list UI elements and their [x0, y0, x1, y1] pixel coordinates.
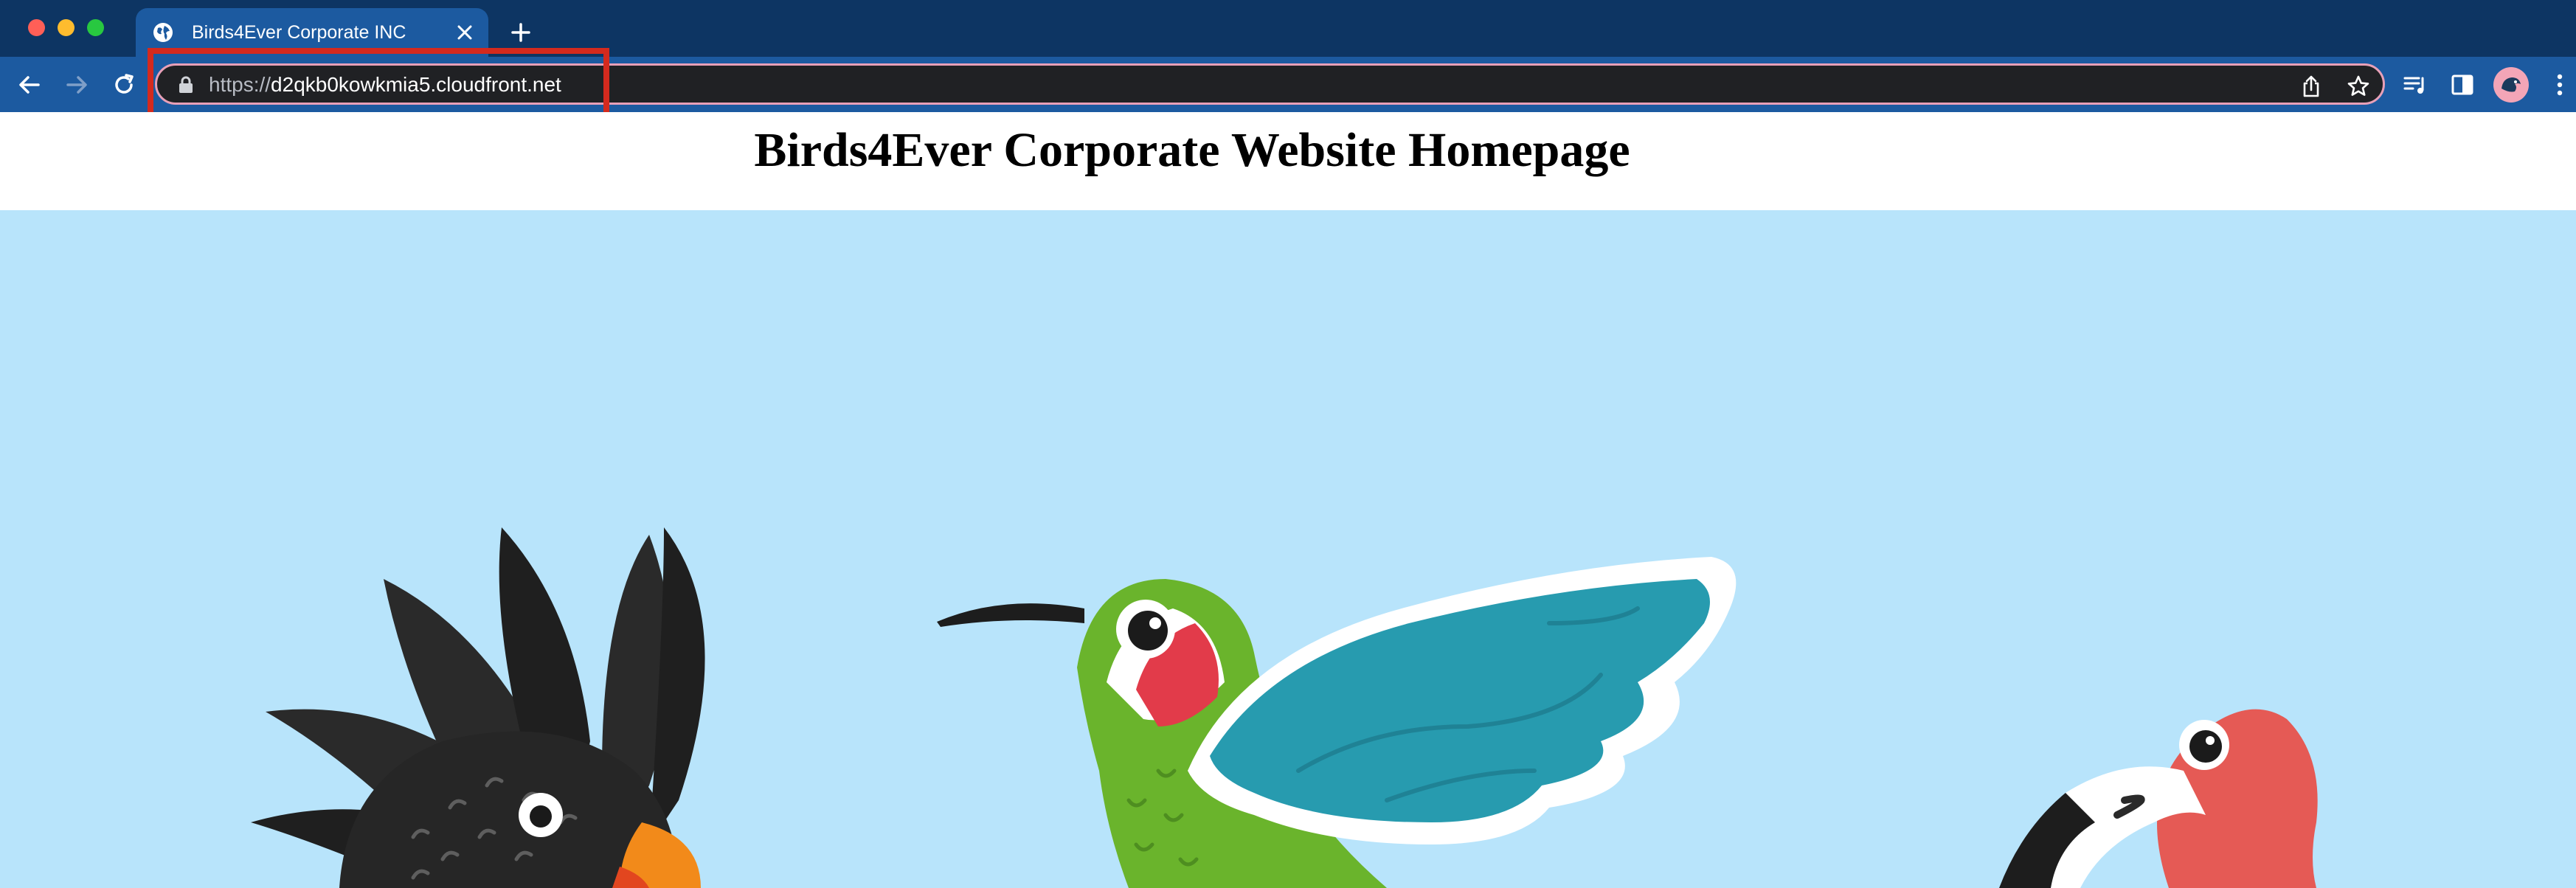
tab-title: Birds4Ever Corporate INC — [192, 21, 406, 43]
browser-toolbar: https://d2qkb0kowkmia5.cloudfront.net — [0, 57, 2576, 112]
web-page: Birds4Ever Corporate Website Homepage — [0, 112, 2576, 888]
minimize-window-button[interactable] — [58, 19, 75, 36]
back-button[interactable] — [13, 69, 46, 101]
close-tab-icon[interactable] — [450, 18, 479, 47]
page-title: Birds4Ever Corporate Website Homepage — [754, 123, 1630, 177]
reading-list-button[interactable] — [2399, 69, 2431, 101]
url-scheme: https:// — [209, 73, 271, 96]
profile-avatar-icon[interactable] — [2493, 67, 2529, 103]
more-menu-icon — [2557, 74, 2563, 96]
url-text[interactable]: https://d2qkb0kowkmia5.cloudfront.net — [209, 72, 561, 97]
share-icon — [2303, 75, 2319, 97]
star-icon — [2347, 75, 2369, 96]
birds-illustration — [251, 527, 2318, 888]
side-panel-icon — [2451, 74, 2473, 95]
forward-button[interactable] — [60, 69, 93, 101]
page-header: Birds4Ever Corporate Website Homepage — [0, 112, 2576, 210]
hero-image — [0, 210, 2576, 888]
globe-icon — [150, 20, 176, 45]
side-panel-button[interactable] — [2446, 69, 2479, 101]
share-button[interactable] — [2295, 70, 2327, 103]
new-tab-button[interactable] — [505, 16, 537, 49]
bookmark-star-button[interactable] — [2342, 70, 2375, 103]
reading-list-icon — [2403, 77, 2424, 94]
url-host: d2qkb0kowkmia5.cloudfront.net — [271, 73, 561, 96]
more-menu-button[interactable] — [2544, 69, 2576, 101]
browser-tab[interactable]: Birds4Ever Corporate INC — [136, 8, 488, 57]
hummingbird-illustration — [937, 557, 1737, 888]
forward-arrow-icon — [66, 76, 87, 94]
back-arrow-icon — [19, 76, 40, 94]
address-bar[interactable]: https://d2qkb0kowkmia5.cloudfront.net — [155, 63, 2385, 105]
cockatoo-illustration — [251, 527, 705, 888]
tab-strip: Birds4Ever Corporate INC — [0, 0, 2576, 57]
reload-button[interactable] — [108, 69, 140, 101]
close-window-button[interactable] — [28, 19, 45, 36]
flamingo-illustration — [1999, 709, 2318, 888]
reload-icon — [115, 74, 134, 94]
lock-icon — [179, 76, 193, 93]
plus-icon — [511, 23, 530, 42]
maximize-window-button[interactable] — [87, 19, 104, 36]
